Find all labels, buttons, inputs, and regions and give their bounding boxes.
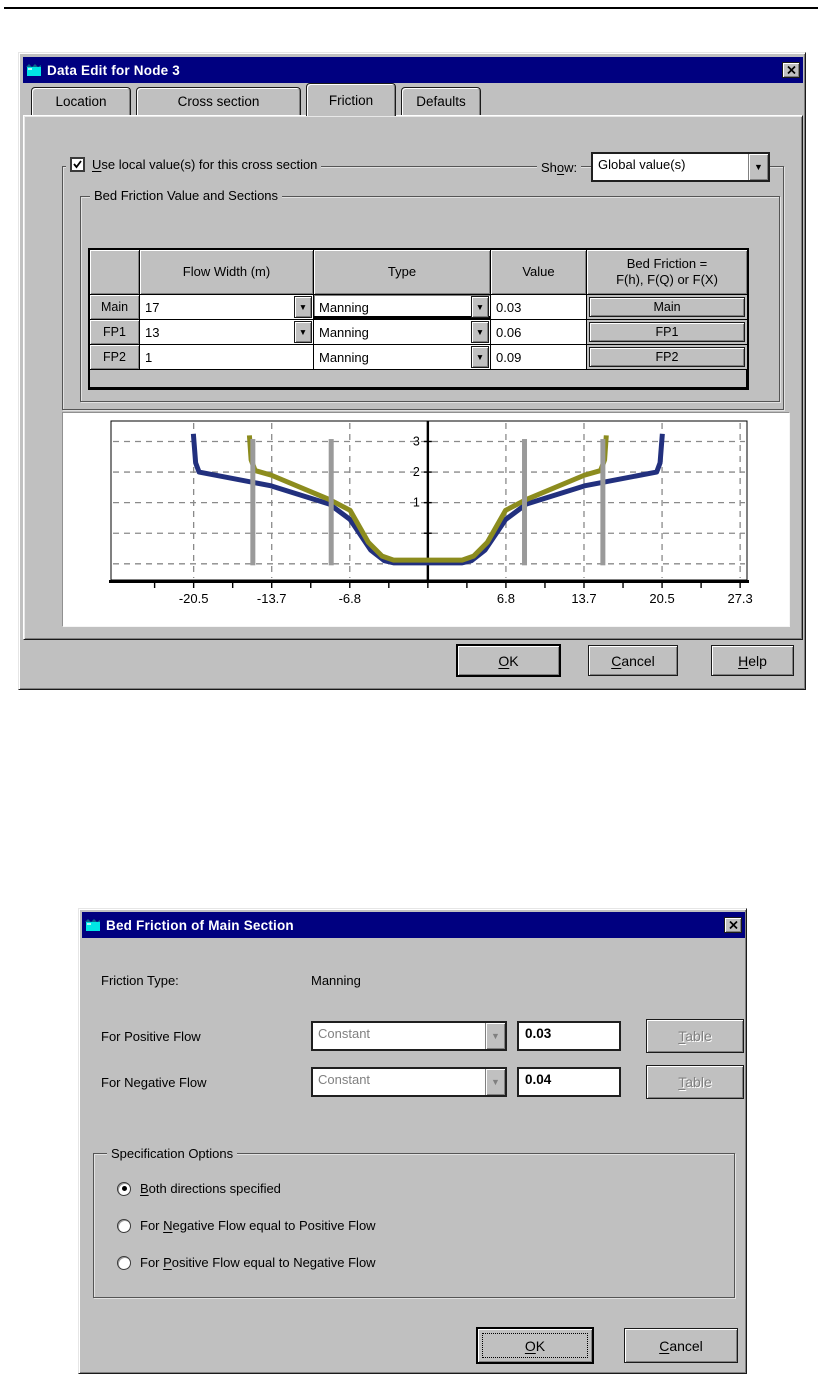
column-header: Value [491, 250, 587, 295]
close-icon[interactable] [724, 917, 742, 933]
dialog-title: Bed Friction of Main Section [106, 917, 294, 933]
tab-friction[interactable]: Friction [306, 83, 396, 116]
show-label: Show: [537, 160, 582, 175]
negative-flow-table-button: Table [646, 1065, 744, 1099]
chevron-down-icon[interactable]: ▼ [471, 321, 489, 343]
type-cell[interactable]: Manning ▼ [314, 345, 491, 370]
checkbox-icon [70, 157, 85, 172]
ok-button[interactable]: OK [476, 1327, 594, 1364]
positive-flow-method-value: Constant [318, 1026, 371, 1041]
friction-type-label: Friction Type: [101, 973, 179, 988]
value-cell[interactable]: 0.03 [491, 295, 587, 320]
chevron-down-icon: ▼ [485, 1069, 505, 1095]
section-button[interactable]: FP2 [589, 347, 745, 367]
column-header: Bed Friction = F(h), F(Q) or F(X) [587, 250, 747, 295]
chevron-down-icon[interactable]: ▼ [748, 154, 768, 180]
radio-negative-equal-positive[interactable]: For Negative Flow equal to Positive Flow [117, 1218, 376, 1233]
tab-location[interactable]: Location [31, 87, 131, 115]
column-header [90, 250, 140, 295]
svg-text:13.7: 13.7 [571, 591, 596, 606]
tab-cross-section[interactable]: Cross section [136, 87, 301, 115]
flow-width-cell[interactable]: 13 ▼ [140, 320, 314, 345]
friction-table: Flow Width (m) Type Value Bed Friction = F(… [88, 248, 749, 390]
cross-section-chart-panel: 1 2 3 -20.5 -13.7 -6.8 6.8 13.7 20.5 27.3 [62, 412, 790, 627]
friction-type-value: Manning [311, 973, 361, 988]
show-combobox[interactable]: Global value(s) ▼ [591, 152, 770, 182]
radio-icon [117, 1255, 131, 1270]
positive-flow-table-button: Table [646, 1019, 744, 1053]
svg-text:1: 1 [413, 496, 420, 510]
section-button-cell: FP1 [587, 320, 747, 345]
cancel-button[interactable]: Cancel [624, 1328, 738, 1363]
chevron-down-icon: ▼ [485, 1023, 505, 1049]
titlebar[interactable]: Data Edit for Node 3 [23, 57, 803, 83]
svg-text:2: 2 [413, 465, 420, 479]
svg-text:3: 3 [413, 434, 420, 448]
show-combobox-value: Global value(s) [598, 157, 686, 172]
svg-text:-13.7: -13.7 [257, 591, 287, 606]
type-cell[interactable]: Manning ▼ [314, 320, 491, 345]
chevron-down-icon[interactable]: ▼ [471, 296, 489, 318]
negative-flow-method-value: Constant [318, 1072, 371, 1087]
close-icon[interactable] [782, 62, 800, 78]
negative-flow-value-field[interactable]: 0.04 [517, 1067, 621, 1097]
tab-page-friction: Use local value(s) for this cross sectio… [23, 115, 803, 640]
value-cell[interactable]: 0.09 [491, 345, 587, 370]
row-header-cell[interactable]: FP1 [90, 320, 140, 345]
table-filler [90, 370, 747, 388]
help-button[interactable]: Help [711, 645, 794, 676]
positive-flow-label: For Positive Flow [101, 1029, 201, 1044]
row-header-cell[interactable]: FP2 [90, 345, 140, 370]
ok-button[interactable]: OK [456, 644, 561, 677]
app-icon [26, 63, 43, 77]
cross-section-chart: 1 2 3 -20.5 -13.7 -6.8 6.8 13.7 20.5 27.3 [109, 420, 753, 606]
chevron-down-icon[interactable]: ▼ [294, 321, 312, 343]
tab-defaults[interactable]: Defaults [401, 87, 481, 115]
row-header-cell[interactable]: Main [90, 295, 140, 320]
column-header: Type [314, 250, 491, 295]
radio-icon [117, 1181, 131, 1196]
svg-text:-20.5: -20.5 [179, 591, 209, 606]
radio-both-directions[interactable]: Both directions specified [117, 1181, 281, 1196]
column-header: Flow Width (m) [140, 250, 314, 295]
bed-friction-group-caption: Bed Friction Value and Sections [90, 188, 283, 203]
section-button[interactable]: FP1 [589, 322, 745, 342]
flow-width-cell[interactable]: 17 ▼ [140, 295, 314, 320]
positive-flow-value-field[interactable]: 0.03 [517, 1021, 621, 1051]
type-cell[interactable]: Manning ▼ [314, 295, 491, 320]
radio-icon [117, 1218, 131, 1233]
svg-text:-6.8: -6.8 [339, 591, 361, 606]
dialog-title: Data Edit for Node 3 [47, 62, 181, 78]
section-button-cell: FP2 [587, 345, 747, 370]
svg-text:27.3: 27.3 [727, 591, 752, 606]
titlebar[interactable]: Bed Friction of Main Section [82, 912, 745, 938]
section-button[interactable]: Main [589, 297, 745, 317]
section-button-cell: Main [587, 295, 747, 320]
data-edit-dialog: Data Edit for Node 3 Location Cross sect… [18, 52, 806, 690]
positive-flow-method-combobox: Constant ▼ [311, 1021, 507, 1051]
bed-friction-dialog: Bed Friction of Main Section Friction Ty… [78, 908, 747, 1374]
cancel-button[interactable]: Cancel [588, 645, 678, 676]
negative-flow-method-combobox: Constant ▼ [311, 1067, 507, 1097]
radio-positive-equal-negative[interactable]: For Positive Flow equal to Negative Flow [117, 1255, 376, 1270]
specification-options-caption: Specification Options [107, 1146, 238, 1161]
use-local-label: Use local value(s) for this cross sectio… [92, 157, 318, 172]
use-local-checkbox[interactable]: Use local value(s) for this cross sectio… [66, 157, 322, 172]
negative-flow-label: For Negative Flow [101, 1075, 207, 1090]
value-cell[interactable]: 0.06 [491, 320, 587, 345]
chevron-down-icon[interactable]: ▼ [294, 296, 312, 318]
app-icon [85, 918, 102, 932]
flow-width-cell[interactable]: 1 [140, 345, 314, 370]
svg-text:20.5: 20.5 [649, 591, 674, 606]
page-top-rule [4, 7, 818, 9]
svg-text:6.8: 6.8 [497, 591, 515, 606]
chevron-down-icon[interactable]: ▼ [471, 346, 489, 368]
